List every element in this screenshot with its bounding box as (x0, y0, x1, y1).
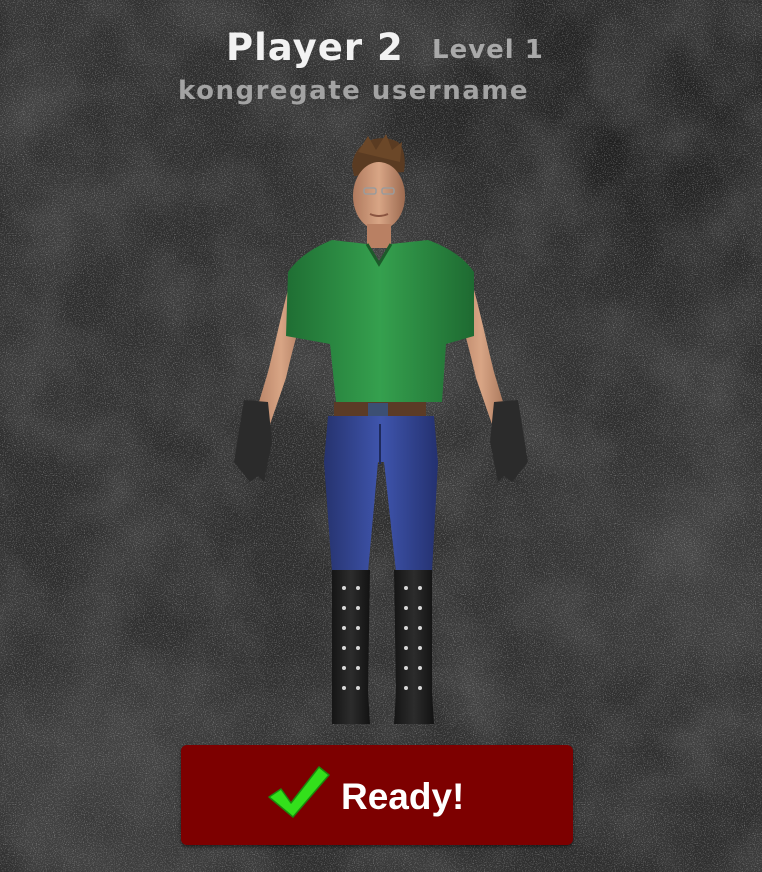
character-model (228, 132, 534, 732)
ready-label: Ready! (341, 776, 465, 817)
player-name: Player 2 (226, 26, 404, 69)
player-username: kongregate username (178, 76, 530, 106)
player-header: Player 2 Level 1 kongregate username (0, 0, 762, 120)
checkmark-icon (265, 763, 333, 823)
ready-button[interactable]: Ready! (181, 745, 573, 845)
player-level: Level 1 (432, 35, 544, 65)
